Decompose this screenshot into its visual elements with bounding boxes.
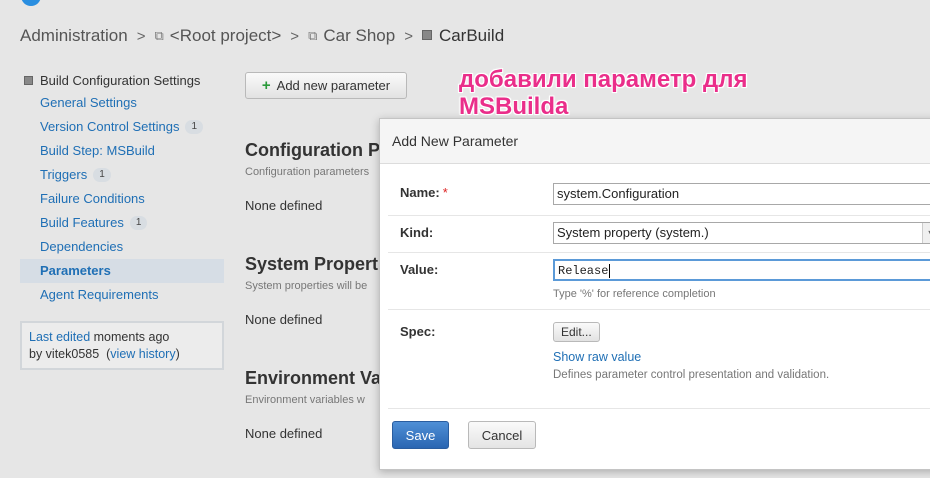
section-description: System properties will be: [245, 280, 368, 292]
sidebar-item-label: Version Control Settings: [40, 119, 180, 134]
count-badge: 1: [93, 167, 111, 182]
breadcrumb-root-project[interactable]: <Root project>: [170, 26, 282, 46]
sidebar-item-label: Failure Conditions: [40, 191, 145, 206]
spec-row: Spec: Edit... Show raw value Defines par…: [388, 310, 930, 409]
text-caret: [609, 263, 611, 278]
system-properties-section: System Properties System properties will…: [245, 253, 385, 327]
sidebar-item-label: Dependencies: [40, 239, 124, 254]
sidebar-item-label: Parameters: [40, 263, 111, 278]
kind-row: Kind: System property (system.) ▼: [388, 216, 930, 253]
save-button[interactable]: Save: [392, 421, 449, 449]
last-edited-time: moments ago: [90, 330, 170, 344]
edit-spec-button[interactable]: Edit...: [553, 322, 600, 342]
section-title: Configuration Parameters: [245, 140, 385, 160]
sidebar-header-label: Build Configuration Settings: [40, 73, 201, 88]
add-new-parameter-dialog: Add New Parameter Name: * system.Configur…: [379, 118, 930, 470]
build-config-icon: [421, 30, 432, 40]
section-description: Configuration parameters: [245, 166, 370, 178]
breadcrumb-carbuild[interactable]: CarBuild: [439, 26, 504, 46]
add-new-parameter-label: Add new parameter: [276, 78, 391, 93]
section-title: Environment Variables: [245, 368, 385, 388]
sidebar-item-failure-conditions[interactable]: Failure Conditions: [20, 187, 224, 211]
last-edited-by: by vitek0585: [29, 347, 100, 361]
breadcrumb: Administration > ⧉ <Root project> > ⧉ Ca…: [20, 24, 504, 48]
section-description: Environment variables w: [245, 394, 365, 406]
view-history-link[interactable]: view history: [110, 347, 175, 361]
chevron-right-icon: >: [136, 27, 146, 45]
project-icon: ⧉: [308, 28, 318, 43]
annotation-text: добавили параметр для MSBuilda: [459, 66, 747, 120]
name-label-text: Name:: [400, 185, 440, 200]
add-new-parameter-button[interactable]: + Add new parameter: [245, 72, 407, 99]
value-label: Value:: [400, 262, 439, 277]
name-input[interactable]: system.Configuration: [553, 183, 930, 205]
sidebar-item-label: Build Features: [40, 215, 124, 230]
section-empty-text: None defined: [245, 426, 323, 441]
breadcrumb-car-shop[interactable]: Car Shop: [323, 26, 395, 46]
configuration-parameters-section: Configuration Parameters Configuration p…: [245, 139, 385, 213]
last-edited-link[interactable]: Last edited: [29, 330, 90, 344]
sidebar-header: Build Configuration Settings: [20, 70, 224, 91]
annotation-line-2: MSBuilda: [459, 93, 569, 120]
breadcrumb-administration[interactable]: Administration: [20, 26, 128, 46]
value-input[interactable]: Release: [553, 259, 930, 281]
plus-icon: +: [261, 77, 271, 94]
sidebar-item-build-features[interactable]: Build Features 1: [20, 211, 224, 235]
required-mark: *: [442, 185, 448, 200]
sidebar-item-label: Agent Requirements: [40, 287, 159, 302]
sidebar-item-agent-requirements[interactable]: Agent Requirements: [20, 283, 224, 307]
sidebar-item-version-control[interactable]: Version Control Settings 1: [20, 115, 224, 139]
cancel-button[interactable]: Cancel: [468, 421, 536, 449]
kind-selected-value: System property (system.): [557, 225, 709, 240]
annotation-line-1: добавили параметр для: [459, 66, 748, 93]
value-row: Value: Release Type '%' for reference co…: [388, 253, 930, 310]
chevron-right-icon: >: [404, 27, 413, 45]
kind-select[interactable]: System property (system.) ▼: [553, 222, 930, 244]
sidebar-item-label: Build Step: MSBuild: [40, 143, 155, 158]
count-badge: 1: [129, 215, 148, 230]
sidebar-item-label: General Settings: [40, 95, 137, 110]
section-empty-text: None defined: [245, 198, 323, 213]
chevron-down-icon[interactable]: ▼: [922, 223, 930, 243]
kind-label: Kind:: [400, 225, 434, 240]
section-empty-text: None defined: [245, 312, 323, 327]
name-label: Name: *: [400, 185, 448, 200]
spec-label: Spec:: [400, 324, 436, 339]
sidebar-list: General Settings Version Control Setting…: [20, 91, 224, 307]
app-logo[interactable]: [21, 0, 41, 6]
value-input-text: Release: [558, 264, 609, 278]
spec-hint: Defines parameter control presentation a…: [553, 369, 830, 381]
sidebar-item-general-settings[interactable]: General Settings: [20, 91, 224, 115]
section-title: System Properties: [245, 254, 385, 274]
build-config-icon: [24, 76, 33, 86]
sidebar-item-dependencies[interactable]: Dependencies: [20, 235, 224, 259]
settings-sidebar: Build Configuration Settings General Set…: [20, 70, 224, 370]
chevron-right-icon: >: [290, 27, 300, 45]
count-badge: 1: [185, 119, 204, 134]
sidebar-item-build-step[interactable]: Build Step: MSBuild: [20, 139, 224, 163]
dialog-title: Add New Parameter: [380, 119, 930, 164]
last-edited-box: Last edited moments ago by vitek0585 (vi…: [20, 321, 224, 370]
name-row: Name: * system.Configuration: [388, 175, 930, 216]
environment-variables-section: Environment Variables Environment variab…: [245, 367, 385, 441]
sidebar-item-parameters[interactable]: Parameters: [20, 259, 224, 283]
sidebar-item-label: Triggers: [40, 167, 88, 182]
value-hint: Type '%' for reference completion: [553, 288, 716, 300]
project-icon: ⧉: [154, 28, 164, 43]
show-raw-value-link[interactable]: Show raw value: [553, 350, 641, 364]
sidebar-item-triggers[interactable]: Triggers 1: [20, 163, 224, 187]
